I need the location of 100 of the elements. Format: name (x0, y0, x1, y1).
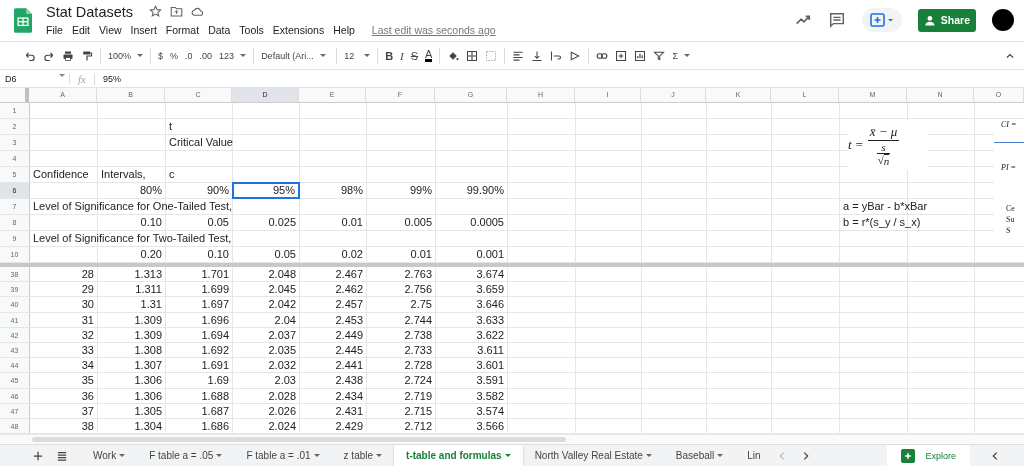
caret-icon (313, 454, 320, 458)
caret-icon (319, 54, 326, 57)
caret-icon (216, 454, 223, 458)
decrease-decimals-button[interactable]: .0 (185, 50, 193, 61)
menu-item[interactable]: Format (165, 24, 200, 36)
percent-format-button[interactable]: % (170, 50, 179, 61)
table-cell-text: Critical Value (168, 135, 234, 150)
borders-icon[interactable] (466, 49, 479, 62)
person-icon (924, 13, 936, 27)
filter-icon[interactable] (653, 49, 666, 62)
formula-input[interactable]: 95% (94, 73, 121, 84)
share-button[interactable]: Share (918, 8, 976, 32)
print-icon[interactable] (62, 49, 74, 62)
text-color-button[interactable]: A (425, 49, 433, 62)
currency-format-button[interactable]: $ (158, 50, 164, 61)
menu-item[interactable]: Data (208, 24, 231, 36)
table-cell-text: b = r*(s_y / s_x) (842, 215, 922, 230)
add-comment-icon[interactable] (615, 49, 628, 62)
side-panel-chevron-icon[interactable] (990, 450, 1000, 461)
table-cell-text: 2.024 (267, 418, 297, 434)
table-cell-text: 2.042 (267, 297, 297, 313)
sheet-tab[interactable]: North Valley Real Estate (522, 445, 664, 466)
table-cell-text: 2.026 (267, 403, 297, 419)
table-cell-text: 2.467 (334, 267, 364, 282)
strikethrough-button[interactable]: S (410, 49, 419, 62)
caret-icon (376, 454, 383, 458)
table-cell-text: 2.032 (267, 358, 297, 374)
caret-icon (645, 454, 652, 458)
name-box[interactable]: D6 (0, 73, 70, 84)
vertical-align-icon[interactable] (531, 49, 544, 62)
all-sheets-icon[interactable] (57, 450, 67, 461)
sheet-tab[interactable]: F table a = .01 (234, 445, 332, 466)
last-edit-link[interactable]: Last edit was seconds ago (371, 24, 496, 36)
scrollbar-thumb[interactable] (32, 437, 566, 443)
sheet-tab[interactable]: t-table and formulas (394, 445, 523, 466)
table-cell-text: 2.744 (403, 312, 433, 328)
table-cell-text: 0.01 (340, 215, 364, 230)
table-cell-text: 2.712 (403, 418, 433, 434)
menu-item[interactable]: Extensions (272, 24, 325, 36)
menu-item[interactable]: View (99, 24, 122, 36)
table-cell-text: 0.20 (139, 247, 163, 262)
table-cell-text: 2.462 (334, 282, 364, 298)
menu-item[interactable]: Edit (71, 24, 90, 36)
table-cell-text: 1.696 (200, 312, 230, 328)
table-cell-text: 30 (80, 297, 95, 313)
table-cell-text: 2.724 (403, 373, 433, 389)
increase-decimals-button[interactable]: .00 (199, 50, 213, 61)
sheet-tab[interactable]: Work (81, 445, 138, 466)
sheet-tab[interactable]: z table (331, 445, 395, 466)
document-title[interactable]: Stat Datasets (46, 3, 134, 20)
table-cell-text: 2.037 (267, 327, 297, 343)
cloud-icon[interactable] (191, 5, 205, 18)
avatar[interactable] (992, 9, 1014, 31)
sheet-tab[interactable]: F table a = .05 (137, 445, 235, 466)
menu-item[interactable]: Help (333, 24, 355, 36)
table-cell-text: 3.659 (475, 282, 505, 298)
font-dropdown[interactable]: Default (Ari... (261, 50, 330, 61)
table-cell-text: 0.005 (403, 215, 433, 230)
menu-item[interactable]: Insert (130, 24, 157, 36)
table-cell-text: 0.0005 (469, 215, 505, 230)
comment-icon[interactable] (828, 11, 846, 29)
table-cell-text: 1.699 (200, 282, 230, 298)
folder-icon[interactable] (170, 5, 184, 18)
present-button[interactable] (862, 8, 902, 32)
menu-item[interactable]: Tools (239, 24, 264, 36)
table-cell-text: 1.691 (200, 358, 230, 374)
table-cell-text: 3.633 (475, 312, 505, 328)
explore-button[interactable]: Explore (887, 445, 970, 466)
table-cell-text: 29 (80, 282, 95, 298)
table-cell-text: 0.025 (267, 215, 297, 230)
caret-icon (504, 454, 511, 458)
star-icon[interactable] (149, 5, 163, 18)
italic-button[interactable]: I (400, 49, 404, 62)
menu-item[interactable]: File (46, 24, 63, 36)
zoom-dropdown[interactable]: 100% (108, 50, 144, 61)
table-cell-text: a = yBar - b*xBar (842, 199, 929, 214)
caret-icon (59, 73, 65, 77)
chart-icon[interactable] (634, 49, 647, 62)
functions-dropdown[interactable]: Σ (672, 50, 690, 61)
sheet-tab[interactable]: Lin (735, 445, 773, 466)
add-sheet-icon[interactable] (33, 450, 43, 461)
table-cell-text: 3.574 (475, 403, 505, 419)
sheet-tab[interactable]: Baseball (663, 445, 736, 466)
formula-image[interactable]: t = x̄ − μ s √n (848, 120, 928, 170)
table-cell-text: Intervals, (100, 167, 147, 182)
table-cell-text: 3.611 (476, 342, 505, 358)
table-cell-text: 1.697 (200, 297, 230, 313)
present-icon (870, 13, 894, 27)
align-icon[interactable] (512, 49, 525, 62)
table-cell-text: 2.445 (334, 342, 364, 358)
table-cell-text: 2.434 (334, 388, 364, 404)
sheets-logo-icon[interactable] (14, 7, 32, 33)
table-cell-text: 2.75 (409, 297, 433, 313)
paint-roller-icon[interactable] (81, 49, 93, 62)
merge-cells-icon[interactable] (485, 49, 498, 62)
rotate-text-icon[interactable] (569, 49, 582, 62)
bold-button[interactable]: B (385, 49, 394, 62)
number-format-dropdown[interactable]: 123 (219, 50, 247, 61)
wrap-icon[interactable] (550, 49, 563, 62)
font-size-dropdown[interactable]: 12 (344, 50, 371, 61)
